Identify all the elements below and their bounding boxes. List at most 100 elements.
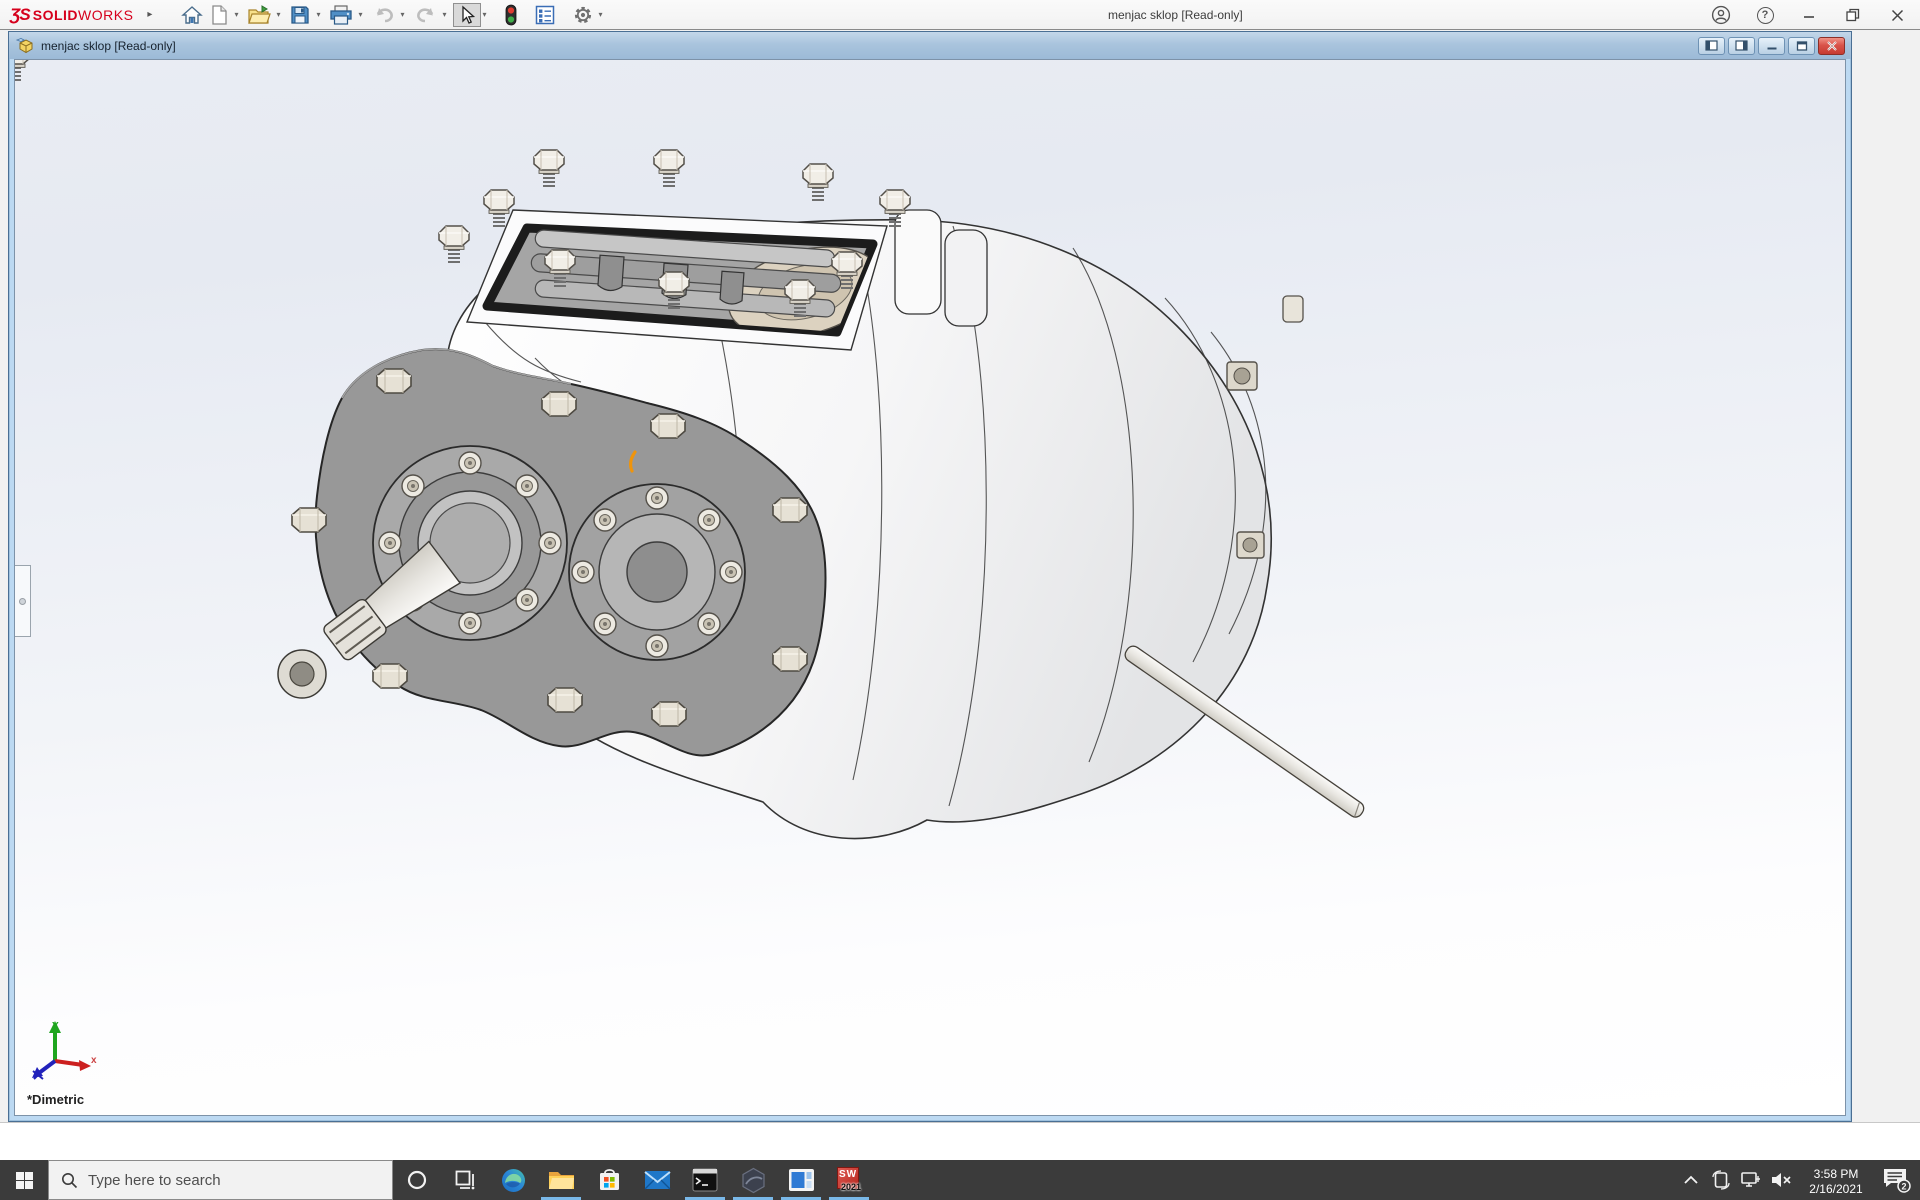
- new-document-caret-icon[interactable]: ▾: [234, 10, 238, 19]
- mail-icon: [644, 1169, 671, 1191]
- restore-icon: [1845, 7, 1861, 23]
- taskbar-app-edge[interactable]: [489, 1160, 537, 1200]
- save-icon: [289, 4, 311, 26]
- media-app-icon: [788, 1168, 815, 1192]
- taskbar-search-input[interactable]: Type here to search: [48, 1160, 393, 1200]
- speaker-muted-icon: [1770, 1170, 1792, 1190]
- windows-taskbar: Type here to search: [0, 1160, 1920, 1200]
- doc-maximize-button[interactable]: [1788, 37, 1815, 55]
- select-tool-button[interactable]: [453, 3, 481, 27]
- undo-button[interactable]: [369, 2, 399, 28]
- taskbar-app-media[interactable]: [777, 1160, 825, 1200]
- feature-manager-splitter[interactable]: [14, 565, 31, 637]
- action-center-icon: 2: [1881, 1166, 1911, 1194]
- assembly-document-icon: [15, 37, 35, 55]
- app-background-strip: [0, 1122, 1920, 1160]
- tray-volume[interactable]: [1766, 1160, 1796, 1200]
- document-title: menjac sklop [Read-only]: [41, 39, 176, 53]
- menu-flyout-arrow-icon[interactable]: ▸: [147, 9, 152, 20]
- help-button[interactable]: ?: [1754, 4, 1776, 26]
- hexagon-app-icon: [740, 1167, 767, 1194]
- help-icon: ?: [1757, 7, 1774, 24]
- home-button[interactable]: [178, 2, 206, 28]
- taskbar-app-mail[interactable]: [633, 1160, 681, 1200]
- open-caret-icon[interactable]: ▾: [276, 10, 280, 19]
- undo-icon: [372, 5, 396, 25]
- doc-minimize-button[interactable]: [1758, 37, 1785, 55]
- chevron-up-icon: [1683, 1174, 1699, 1186]
- new-document-button[interactable]: [206, 2, 232, 28]
- tray-rotation-lock[interactable]: [1706, 1160, 1736, 1200]
- triad-x-label: x: [91, 1055, 97, 1066]
- taskbar-app-store[interactable]: [585, 1160, 633, 1200]
- tray-show-hidden-icons[interactable]: [1676, 1160, 1706, 1200]
- solidworks-logo-mark: ƷS: [10, 5, 30, 25]
- network-ethernet-icon: [1740, 1170, 1762, 1190]
- new-document-icon: [209, 4, 229, 26]
- open-button[interactable]: [244, 2, 274, 28]
- task-view-button[interactable]: [441, 1160, 489, 1200]
- windows-logo-icon: [16, 1172, 33, 1189]
- rebuild-button[interactable]: [501, 2, 521, 28]
- doc-close-button[interactable]: [1818, 37, 1845, 55]
- minimize-button[interactable]: [1798, 4, 1820, 26]
- account-icon: [1711, 5, 1731, 25]
- print-icon: [329, 4, 353, 26]
- open-folder-icon: [247, 4, 271, 26]
- redo-caret-icon[interactable]: ▾: [443, 10, 447, 19]
- print-button[interactable]: [326, 2, 356, 28]
- document-titlebar[interactable]: menjac sklop [Read-only]: [9, 32, 1851, 59]
- gear-icon: [572, 4, 594, 26]
- notification-badge: 2: [1901, 1181, 1906, 1191]
- undo-caret-icon[interactable]: ▾: [401, 10, 405, 19]
- left-pane-icon: [1705, 40, 1718, 51]
- redo-button[interactable]: [411, 2, 441, 28]
- minimize-icon: [1802, 8, 1816, 22]
- file-explorer-icon: [548, 1168, 575, 1192]
- orientation-triad: Y x: [31, 1019, 101, 1085]
- search-placeholder: Type here to search: [88, 1172, 221, 1189]
- redo-icon: [414, 5, 438, 25]
- taskbar-app-solidworks[interactable]: SW 2021: [825, 1160, 873, 1200]
- command-prompt-icon: [692, 1168, 718, 1192]
- options-caret-icon[interactable]: ▾: [599, 10, 603, 19]
- task-view-icon: [454, 1169, 476, 1191]
- graphics-viewport[interactable]: Y x *Dimetric: [14, 59, 1846, 1116]
- gearbox-3d-model[interactable]: [15, 60, 1846, 1116]
- toggle-right-pane-button[interactable]: [1728, 37, 1755, 55]
- rotation-lock-icon: [1711, 1170, 1731, 1190]
- solidworks-app-icon: SW 2021: [836, 1167, 862, 1193]
- system-tray: 3:58 PM 2/16/2021 2: [1676, 1160, 1920, 1200]
- taskbar-app-hexagon[interactable]: [729, 1160, 777, 1200]
- tray-clock[interactable]: 3:58 PM 2/16/2021: [1796, 1163, 1876, 1197]
- select-tool-caret-icon[interactable]: ▾: [483, 10, 487, 19]
- home-icon: [181, 4, 203, 26]
- close-button[interactable]: [1886, 4, 1908, 26]
- account-button[interactable]: [1710, 4, 1732, 26]
- close-icon: [1890, 8, 1905, 23]
- print-caret-icon[interactable]: ▾: [358, 10, 362, 19]
- tray-network[interactable]: [1736, 1160, 1766, 1200]
- taskbar-app-command-prompt[interactable]: [681, 1160, 729, 1200]
- properties-list-icon: [534, 4, 556, 26]
- options-button[interactable]: [569, 2, 597, 28]
- cortana-button[interactable]: [393, 1160, 441, 1200]
- tray-date: 2/16/2021: [1796, 1182, 1876, 1197]
- triad-y-label: Y: [52, 1021, 59, 1032]
- start-button[interactable]: [0, 1160, 48, 1200]
- doc-close-icon: [1826, 41, 1838, 51]
- view-orientation-label: *Dimetric: [27, 1092, 84, 1107]
- splitter-handle-icon: [19, 598, 26, 605]
- restore-button[interactable]: [1842, 4, 1864, 26]
- search-icon: [61, 1172, 78, 1189]
- taskbar-app-file-explorer[interactable]: [537, 1160, 585, 1200]
- output-flange: [569, 484, 745, 660]
- select-cursor-icon: [457, 5, 477, 25]
- properties-button[interactable]: [531, 2, 559, 28]
- toggle-left-pane-button[interactable]: [1698, 37, 1725, 55]
- cortana-icon: [406, 1169, 428, 1191]
- microsoft-store-icon: [597, 1167, 622, 1193]
- action-center-button[interactable]: 2: [1876, 1160, 1916, 1200]
- save-button[interactable]: [286, 2, 314, 28]
- save-caret-icon[interactable]: ▾: [316, 10, 320, 19]
